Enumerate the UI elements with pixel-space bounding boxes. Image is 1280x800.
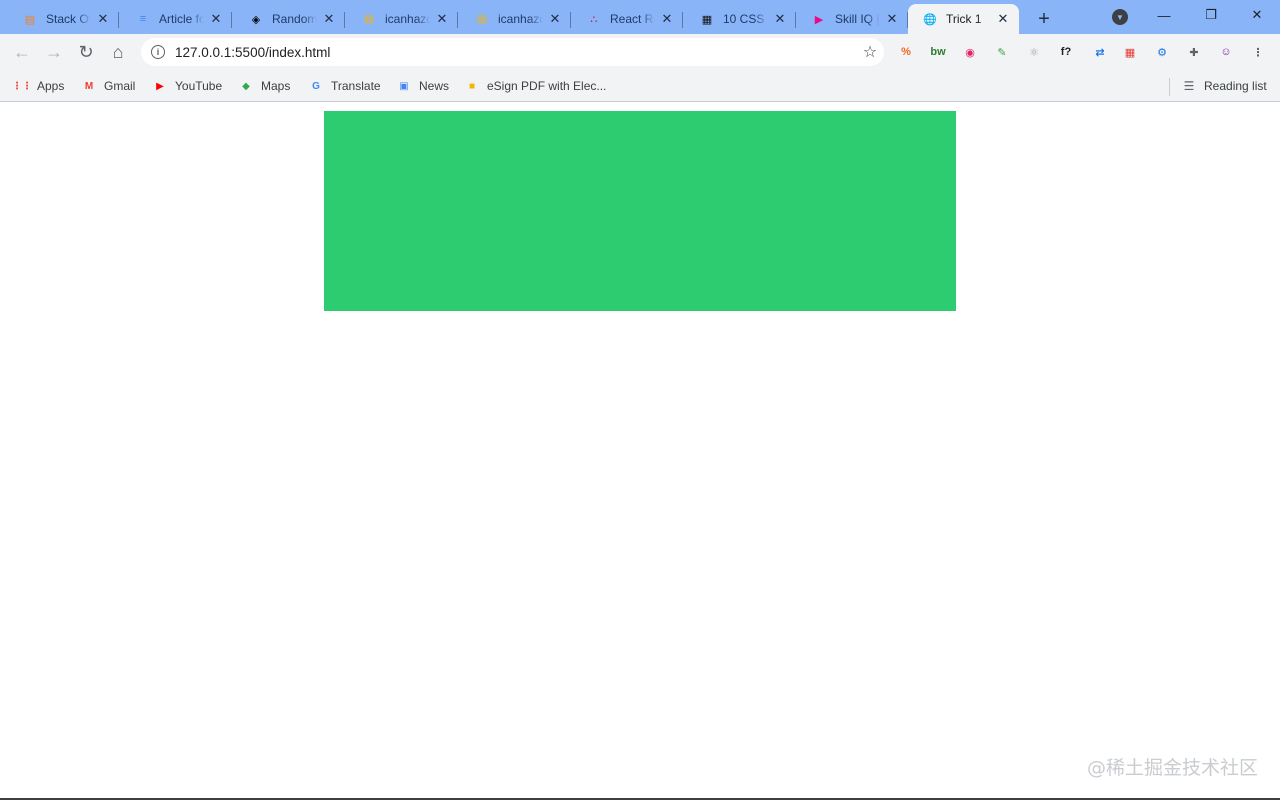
tab-title: icanhazdadjoke <box>498 12 543 26</box>
tab-separator <box>118 12 119 28</box>
bookmark-label: YouTube <box>175 79 223 93</box>
tab-8[interactable]: ▶ Skill IQ | Pluralsight ✕ <box>797 4 908 34</box>
tab-9[interactable]: 🌐 Trick 1 ✕ <box>908 4 1019 34</box>
browser-toolbar: ← → ↻ ⌂ i 127.0.0.1:5500/index.html ☆ % b… <box>0 34 1280 70</box>
ext-translate-icon[interactable]: ⇄ <box>1090 42 1110 62</box>
reading-list-icon: ☰ <box>1183 79 1195 93</box>
ext-target-icon[interactable]: ◉ <box>960 42 980 62</box>
ext-react-devtools-icon[interactable]: ⚛ <box>1024 42 1044 62</box>
tab-title: Article for <box>159 12 204 26</box>
tab-title: Skill IQ | Pluralsight <box>835 12 880 26</box>
address-bar[interactable]: i 127.0.0.1:5500/index.html ☆ <box>141 38 884 66</box>
new-tab-button[interactable]: + <box>1031 6 1057 32</box>
tab-title: 10 CSS Tricks <box>723 12 768 26</box>
tab-close-icon[interactable]: ✕ <box>208 11 224 27</box>
laughing-face-icon: 😆 <box>476 13 488 26</box>
tab-separator <box>231 12 232 28</box>
tab-close-icon[interactable]: ✕ <box>434 11 450 27</box>
docs-icon: ≡ <box>139 13 147 25</box>
tab-title: icanhazdadjoke <box>385 12 430 26</box>
page-viewport: @稀土掘金技术社区 <box>0 103 1280 800</box>
tab-search-icon[interactable]: ▼ <box>1112 9 1128 25</box>
tab-close-icon[interactable]: ✕ <box>547 11 563 27</box>
youtube-icon: ▶ <box>156 80 164 92</box>
bookmark-youtube[interactable]: ▶ YouTube <box>152 76 222 96</box>
bookmark-label: Translate <box>331 79 381 93</box>
tab-5[interactable]: 😆 icanhazdadjoke ✕ <box>460 4 571 34</box>
tab-4[interactable]: 😆 icanhazdadjoke ✕ <box>347 4 458 34</box>
bookmark-star-icon[interactable]: ☆ <box>856 38 884 66</box>
bookmark-news[interactable]: ▣ News <box>396 76 449 96</box>
ext-eyedropper-icon[interactable]: ✎ <box>992 42 1012 62</box>
bookmark-apps[interactable]: ⋮⋮ Apps <box>12 76 65 96</box>
bookmark-label: Maps <box>261 79 291 93</box>
tab-strip: ▤ Stack Overflow ✕ ≡ Article for ✕ ◈ Random ✕ 😆 ic… <box>0 0 1280 34</box>
tab-close-icon[interactable]: ✕ <box>995 11 1011 27</box>
reload-button[interactable]: ↻ <box>73 39 99 65</box>
tab-separator <box>570 12 571 28</box>
bookmarks-bar: ⋮⋮ Apps M Gmail ▶ YouTube ◆ Maps G Translate ▣ News… <box>0 70 1280 102</box>
tab-close-icon[interactable]: ✕ <box>884 11 900 27</box>
url-text[interactable]: 127.0.0.1:5500/index.html <box>175 45 856 60</box>
profile-avatar-icon[interactable]: ☺ <box>1216 42 1236 62</box>
site-info-icon[interactable]: i <box>151 45 165 59</box>
ext-percent-icon[interactable]: % <box>896 42 916 62</box>
bookmark-maps[interactable]: ◆ Maps <box>238 76 290 96</box>
bookmark-translate[interactable]: G Translate <box>308 76 381 96</box>
react-router-icon: ∴ <box>590 13 598 26</box>
codepen-icon: ◈ <box>251 13 261 26</box>
tab-title: Stack Overflow <box>46 12 91 26</box>
tab-title: Trick 1 <box>946 12 982 26</box>
bookmark-label: eSign PDF with Elec... <box>487 79 607 93</box>
tab-close-icon[interactable]: ✕ <box>659 11 675 27</box>
ext-settings-badge-icon[interactable]: ⚙ <box>1152 42 1172 62</box>
extensions-puzzle-icon[interactable]: ✚ <box>1184 42 1204 62</box>
tab-7[interactable]: ▦ 10 CSS Tricks ✕ <box>685 4 796 34</box>
laughing-face-icon: 😆 <box>363 13 375 26</box>
back-button[interactable]: ← <box>9 39 35 65</box>
pluralsight-icon: ▶ <box>814 13 824 26</box>
tab-close-icon[interactable]: ✕ <box>321 11 337 27</box>
bookmark-esign[interactable]: ■ eSign PDF with Elec... <box>464 76 606 96</box>
ext-bw-icon[interactable]: bw <box>928 42 948 62</box>
green-box <box>324 111 956 311</box>
tab-separator <box>457 12 458 28</box>
tab-separator <box>344 12 345 28</box>
tab-close-icon[interactable]: ✕ <box>95 11 111 27</box>
bookmark-label: News <box>419 79 450 93</box>
tab-title: React Router <box>610 12 655 26</box>
tab-title: Random <box>272 12 317 26</box>
translate-icon: G <box>312 80 320 92</box>
tab-close-icon[interactable]: ✕ <box>772 11 788 27</box>
close-window-button[interactable]: ✕ <box>1234 0 1280 30</box>
tab-separator <box>682 12 683 28</box>
bookmarks-divider <box>1169 78 1170 96</box>
restore-button[interactable]: ❐ <box>1188 0 1234 30</box>
tab-2[interactable]: ≡ Article for ✕ <box>121 4 232 34</box>
maps-icon: ◆ <box>242 80 250 92</box>
reading-list-button[interactable]: ☰ Reading list <box>1181 76 1267 96</box>
bookmark-label: Gmail <box>104 79 136 93</box>
ext-font-finder-icon[interactable]: f? <box>1056 42 1076 62</box>
forward-button[interactable]: → <box>41 39 67 65</box>
apps-grid-icon: ⋮⋮ <box>12 80 32 92</box>
tab-3[interactable]: ◈ Random ✕ <box>234 4 345 34</box>
globe-icon: 🌐 <box>923 13 937 26</box>
stackoverflow-icon: ▤ <box>24 13 36 26</box>
bookmark-gmail[interactable]: M Gmail <box>81 76 136 96</box>
home-button[interactable]: ⌂ <box>105 39 131 65</box>
tab-1[interactable]: ▤ Stack Overflow ✕ <box>8 4 119 34</box>
minimize-button[interactable]: — <box>1141 0 1187 30</box>
medium-icon: ▦ <box>701 13 713 26</box>
esign-icon: ■ <box>468 80 476 92</box>
news-icon: ▣ <box>399 80 409 92</box>
tab-separator <box>795 12 796 28</box>
ext-colorgrid-icon[interactable]: ▦ <box>1120 42 1140 62</box>
tab-6[interactable]: ∴ React Router ✕ <box>572 4 683 34</box>
more-menu-icon[interactable]: ⋮ <box>1248 42 1268 62</box>
reading-list-label: Reading list <box>1204 79 1267 93</box>
watermark-text: @稀土掘金技术社区 <box>1086 757 1258 779</box>
gmail-icon: M <box>84 80 94 92</box>
bookmark-label: Apps <box>37 79 65 93</box>
